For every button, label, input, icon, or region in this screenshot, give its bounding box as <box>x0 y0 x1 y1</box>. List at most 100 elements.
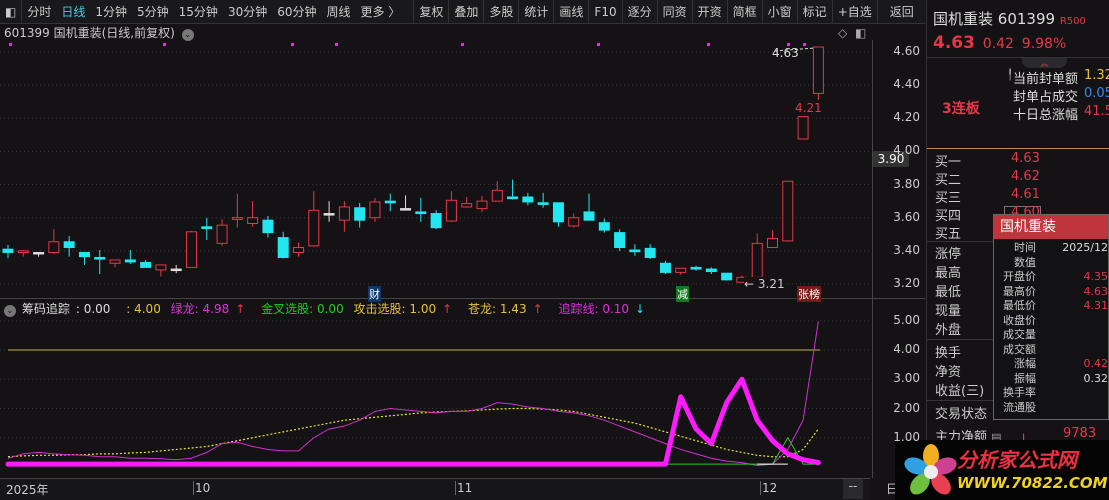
candle-body[interactable] <box>384 200 396 204</box>
small-window-button[interactable]: 小窗 <box>761 0 797 24</box>
candle-body[interactable] <box>33 251 45 255</box>
candle-body[interactable] <box>522 196 534 203</box>
back-button[interactable]: 返回 <box>876 0 926 24</box>
candle-body[interactable] <box>2 248 14 253</box>
tab-5min[interactable]: 5分钟 <box>132 0 174 24</box>
candle-body[interactable] <box>323 213 335 216</box>
candle-body[interactable] <box>262 219 274 234</box>
scroll-button[interactable]: -- <box>843 479 863 499</box>
candle-body[interactable] <box>94 256 106 260</box>
bid-label: 买五 <box>935 227 962 242</box>
candle-body[interactable] <box>552 202 564 223</box>
candle-body[interactable] <box>48 241 60 253</box>
candle-body[interactable] <box>659 262 671 273</box>
candle-body[interactable] <box>140 261 152 268</box>
event-marker[interactable] <box>803 43 806 46</box>
candle-body[interactable] <box>644 247 656 258</box>
indicator-chart[interactable] <box>0 318 873 478</box>
candle-body[interactable] <box>751 242 763 278</box>
candle-body[interactable] <box>568 217 580 227</box>
bid-price: 4.62 <box>1011 169 1040 184</box>
candle-body[interactable] <box>293 247 305 253</box>
draw-line-button[interactable]: 画线 <box>553 0 588 24</box>
candle-body[interactable] <box>507 196 519 200</box>
fuquan-button[interactable]: 复权 <box>413 0 448 24</box>
candle-body[interactable] <box>491 189 503 202</box>
candle-body[interactable] <box>338 206 350 221</box>
simple-frame-button[interactable]: 简框 <box>726 0 762 24</box>
f10-button[interactable]: F10 <box>588 0 621 24</box>
candle-body[interactable] <box>537 202 549 205</box>
candle-body[interactable] <box>445 199 457 222</box>
tooltip-row: 开盘价 4.35 <box>994 270 1108 285</box>
candle-body[interactable] <box>705 268 717 273</box>
tick-button[interactable]: 逐分 <box>621 0 657 24</box>
candle-body[interactable] <box>231 217 243 220</box>
multi-stock-button[interactable]: 多股 <box>483 0 518 24</box>
same-capital-button[interactable]: 同资 <box>656 0 692 24</box>
event-marker[interactable] <box>291 43 294 46</box>
candle-body[interactable] <box>369 201 381 219</box>
candle-body[interactable] <box>782 180 794 242</box>
candle-body[interactable] <box>614 232 626 249</box>
tab-30min[interactable]: 30分钟 <box>223 0 272 24</box>
event-marker[interactable] <box>335 43 338 46</box>
tab-daily[interactable]: 日线 <box>56 0 90 24</box>
candle-body[interactable] <box>155 264 167 271</box>
candle-body[interactable] <box>629 249 641 253</box>
event-marker[interactable] <box>707 43 710 46</box>
candle-body[interactable] <box>598 222 610 231</box>
reduce-badge[interactable]: 减 <box>676 286 689 302</box>
candle-body[interactable] <box>430 213 442 229</box>
candle-body[interactable] <box>308 209 320 247</box>
candle-body[interactable] <box>216 224 228 244</box>
event-marker[interactable] <box>9 43 12 46</box>
candle-body[interactable] <box>247 217 259 224</box>
candle-body[interactable] <box>354 207 366 221</box>
candle-body[interactable] <box>17 250 29 253</box>
indicator-tick-label: 4.00 <box>893 342 920 356</box>
candlestick-chart[interactable] <box>0 40 873 298</box>
tab-more[interactable]: 更多 〉 <box>356 0 406 24</box>
stats-button[interactable]: 统计 <box>518 0 553 24</box>
candle-body[interactable] <box>400 208 412 211</box>
candle-body[interactable] <box>797 116 809 140</box>
candle-body[interactable] <box>63 241 75 249</box>
event-marker[interactable] <box>163 43 166 46</box>
candle-body[interactable] <box>277 237 289 258</box>
price-tick-label: 3.80 <box>893 176 920 191</box>
collapse-icon[interactable]: ︽ <box>1022 58 1067 68</box>
tab-1min[interactable]: 1分钟 <box>90 0 132 24</box>
candle-body[interactable] <box>109 259 121 264</box>
candle-body[interactable] <box>78 251 90 258</box>
overlay-button[interactable]: 叠加 <box>448 0 483 24</box>
watermark-logo: 分析家公式网 WWW.70822.COM <box>895 440 1109 500</box>
candle-body[interactable] <box>583 211 595 221</box>
tab-15min[interactable]: 15分钟 <box>174 0 223 24</box>
candle-body[interactable] <box>185 231 197 268</box>
dragon-tiger-badge[interactable]: 张榜 <box>797 286 821 302</box>
candle-body[interactable] <box>201 226 213 229</box>
open-capital-button[interactable]: 开资 <box>691 0 727 24</box>
mark-button[interactable]: 标记 <box>796 0 832 24</box>
candle-body[interactable] <box>767 237 778 249</box>
chevron-down-icon[interactable]: ⌄ <box>4 305 16 317</box>
event-marker[interactable] <box>461 43 464 46</box>
candle-body[interactable] <box>415 211 427 215</box>
stat-value: 1.32 <box>1084 68 1109 83</box>
tab-60min[interactable]: 60分钟 <box>272 0 321 24</box>
candle-body[interactable] <box>124 259 136 263</box>
candle-body[interactable] <box>675 267 687 273</box>
candle-body[interactable] <box>476 200 488 210</box>
add-watchlist-button[interactable]: +自选 <box>831 0 877 24</box>
tooltip-row: 数值 <box>994 256 1108 271</box>
candle-body[interactable] <box>690 266 702 270</box>
tab-fenshi[interactable]: 分时 <box>21 0 56 24</box>
sidebar-toggle-icon[interactable]: ◧ <box>0 0 21 24</box>
candle-body[interactable] <box>461 203 473 208</box>
event-marker[interactable] <box>597 43 600 46</box>
tab-weekly[interactable]: 周线 <box>322 0 356 24</box>
candle-body[interactable] <box>170 268 182 272</box>
candle-body[interactable] <box>812 46 824 94</box>
candle-body[interactable] <box>721 272 733 281</box>
